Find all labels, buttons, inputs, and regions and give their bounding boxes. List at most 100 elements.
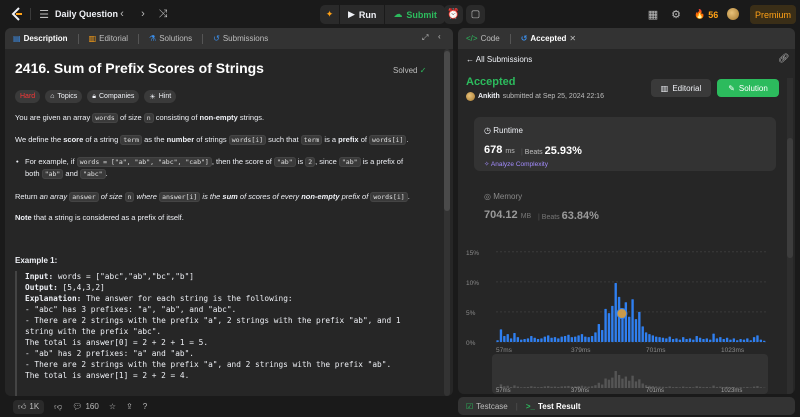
y-tick-label: 15% <box>466 250 479 257</box>
daily-question-label[interactable]: Daily Question <box>55 9 118 19</box>
dislike-icon[interactable]: 👎︎ <box>54 402 62 412</box>
submitted-by: Ankith submitted at Sep 25, 2024 22:16 <box>466 92 604 101</box>
scrollbar[interactable] <box>787 78 793 394</box>
mini-bar <box>560 386 563 388</box>
chart-bar <box>658 337 661 342</box>
like-button[interactable]: 👍︎ 1K <box>13 399 45 414</box>
tab-code[interactable]: </> Code <box>466 34 500 43</box>
tab-editorial[interactable]: ▥ Editorial <box>89 34 128 43</box>
mini-x-tick-label: 57ms <box>496 388 511 394</box>
tab-solutions[interactable]: ⚗ Solutions <box>149 34 192 43</box>
chart-bar <box>729 339 732 342</box>
shuffle-icon[interactable]: ⤨ <box>155 6 171 22</box>
problem-list-icon[interactable]: ☰ <box>36 6 52 22</box>
alarm-icon[interactable]: ⏰ <box>444 5 463 24</box>
chart-bar <box>736 340 739 342</box>
chart-bar <box>665 338 668 342</box>
link-icon[interactable]: 🔗︎ <box>778 53 789 64</box>
tag-icon: ⌂ <box>50 93 55 100</box>
expand-icon[interactable]: ⤢ <box>422 33 428 43</box>
gear-icon[interactable]: ⚙ <box>668 6 684 22</box>
analyze-complexity-link[interactable]: ✧ Analyze Complexity <box>484 160 548 168</box>
chart-bar <box>675 338 678 342</box>
example-line: string with the prefix "abc". <box>25 326 440 337</box>
testcase-tab[interactable]: ☑ Testcase <box>466 402 508 411</box>
comments-button[interactable]: 💬︎ 160 <box>72 402 99 411</box>
chart-bar <box>570 337 574 342</box>
mini-bar <box>543 386 547 388</box>
memory-header[interactable]: ◎ Memory <box>484 192 522 201</box>
share-icon[interactable]: ⇪ <box>126 402 133 411</box>
solution-button[interactable]: ✎ Solution <box>717 79 779 97</box>
example-line-text: - "abc" has 3 prefixes: "a", "ab", and "… <box>25 305 237 314</box>
problem-title: 2416. Sum of Prefix Scores of Strings <box>15 60 440 76</box>
scrollbar-thumb[interactable] <box>444 51 450 211</box>
topics-chip[interactable]: ⌂ Topics <box>45 90 83 103</box>
chart-bar <box>536 338 540 342</box>
chart-bar <box>688 338 692 342</box>
runtime-distribution-chart[interactable]: 15% 10% 5% 0% 57ms 379ms 701ms 1023ms 57ms 379ms 7… <box>458 238 788 394</box>
status-title: Accepted <box>466 76 516 88</box>
tab-accepted[interactable]: ↺ Accepted ✕ <box>521 34 576 43</box>
collapse-icon[interactable]: ‹ <box>438 32 441 41</box>
mini-bar <box>705 386 709 388</box>
chart-bar <box>624 302 628 342</box>
chart-bar <box>580 334 584 342</box>
submission-panel: </> Code ↺ Accepted ✕ ← All Submissions … <box>458 28 795 394</box>
chip-label: Hint <box>158 93 172 100</box>
leetcode-logo-icon[interactable] <box>10 7 24 21</box>
editorial-button[interactable]: ▥ Editorial <box>651 79 711 97</box>
mini-bar <box>641 383 644 388</box>
example-line: The total is answer[1] = 2 + 2 = 4. <box>25 370 440 381</box>
star-icon[interactable]: ☆ <box>109 402 116 411</box>
prev-question-icon[interactable]: ‹ <box>114 6 130 22</box>
example-block: Input: words = ["abc","ab","bc","b"] Outp… <box>15 271 440 396</box>
premium-button[interactable]: Premium <box>750 5 796 24</box>
chart-bar <box>722 338 725 342</box>
memory-chip-icon: ◎ <box>484 192 491 201</box>
chart-bar <box>719 337 722 342</box>
chart-bar <box>742 339 746 342</box>
book-icon: ▥ <box>88 34 97 43</box>
all-submissions-link[interactable]: ← All Submissions <box>466 55 532 64</box>
runtime-card[interactable]: ◷ Runtime 678 ms | Beats 25.93% ✧ Analyz… <box>474 117 776 171</box>
divider <box>30 8 31 20</box>
chart-bar <box>557 338 560 342</box>
avatar[interactable] <box>727 8 739 22</box>
submit-button[interactable]: ☁ Submit <box>385 5 445 24</box>
left-tabbar: ▤ Description ▥ Editorial ⚗ Solutions ↺ … <box>5 28 453 49</box>
companies-chip[interactable]: 🔒︎ Companies <box>87 90 140 103</box>
fire-icon: 🔥 <box>694 9 706 19</box>
streak-counter[interactable]: 🔥 56 <box>694 9 718 20</box>
beats-value: 25.93% <box>544 145 582 157</box>
sparkle-icon: ✧ <box>484 161 490 168</box>
next-question-icon[interactable]: › <box>135 6 151 22</box>
runtime-beats: | Beats 25.93% <box>521 145 582 157</box>
tab-submissions[interactable]: ↺ Submissions <box>213 34 268 43</box>
help-icon[interactable]: ? <box>143 402 147 411</box>
username[interactable]: Ankith <box>478 93 500 100</box>
example-title: Example 1: <box>15 256 58 265</box>
example-line: - There are 2 strings with the prefix "a… <box>25 315 440 326</box>
scrollbar[interactable] <box>444 49 450 396</box>
chart-bar <box>617 296 621 342</box>
run-button[interactable]: ▶ Run <box>340 5 386 24</box>
scrollbar-thumb[interactable] <box>787 138 793 258</box>
checkbox-icon: ☑ <box>466 401 474 411</box>
notes-icon[interactable]: ▢ <box>466 5 485 24</box>
chart-bar <box>746 338 749 342</box>
code-icon: </> <box>466 34 478 43</box>
tab-description[interactable]: ▤ Description <box>13 34 68 43</box>
example-line-text: The total is answer[0] = 2 + 2 + 1 = 5. <box>25 338 209 347</box>
test-result-tab[interactable]: >_ Test Result <box>526 402 581 411</box>
close-icon[interactable]: ✕ <box>569 34 576 43</box>
chart-bar <box>759 339 763 342</box>
example-line-text: - There are 2 strings with the prefix "a… <box>25 316 401 325</box>
chart-bar <box>638 311 641 342</box>
example-line-text: The answer for each string is the follow… <box>81 294 293 303</box>
debug-icon[interactable]: ✦ <box>320 5 340 24</box>
hint-chip[interactable]: ☀ Hint <box>144 90 177 103</box>
history-icon: ↺ <box>520 34 528 43</box>
layout-grid-icon[interactable]: ▦ <box>645 6 661 22</box>
mini-bar <box>715 386 719 388</box>
